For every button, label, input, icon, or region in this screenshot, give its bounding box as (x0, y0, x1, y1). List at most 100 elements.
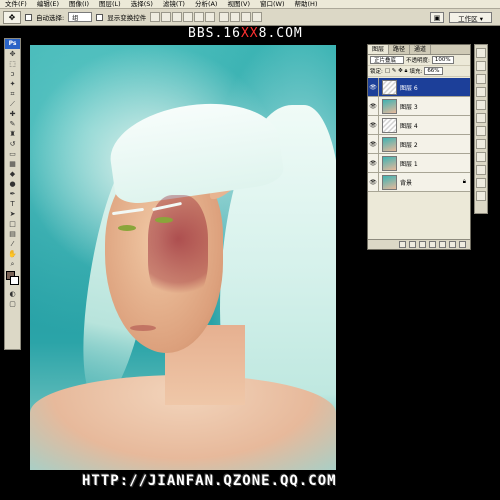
eraser-tool-icon[interactable]: ▭ (5, 149, 20, 159)
notes-tool-icon[interactable]: ▤ (5, 229, 20, 239)
bridge-icon[interactable]: ▣ (430, 12, 444, 23)
watermark-top-part1: BBS.16 (188, 26, 241, 41)
menu-image[interactable]: 图像(I) (64, 0, 94, 9)
menu-file[interactable]: 文件(F) (0, 0, 32, 9)
history-icon[interactable] (476, 126, 486, 136)
workspace-button[interactable]: 工作区 ▾ (449, 12, 492, 23)
marquee-tool-icon[interactable]: ⬚ (5, 59, 20, 69)
magic-wand-tool-icon[interactable]: ✦ (5, 79, 20, 89)
visibility-eye-icon[interactable]: 👁︎ (368, 134, 379, 154)
menu-help[interactable]: 帮助(H) (290, 0, 323, 9)
distribute-left-icon[interactable] (252, 12, 263, 22)
visibility-eye-icon[interactable]: 👁︎ (368, 172, 379, 192)
swatches-icon[interactable] (476, 100, 486, 110)
move-tool-icon[interactable]: ✥ (5, 49, 20, 59)
character-icon[interactable] (476, 178, 486, 188)
align-top-icon[interactable] (150, 12, 161, 22)
show-transform-checkbox[interactable] (96, 13, 104, 21)
align-left-icon[interactable] (183, 12, 194, 22)
lasso-tool-icon[interactable]: ↄ (5, 69, 20, 79)
path-selection-tool-icon[interactable]: ➤ (5, 209, 20, 219)
align-hcenter-icon[interactable] (194, 12, 205, 22)
add-mask-icon[interactable] (419, 241, 426, 248)
new-layer-icon[interactable] (449, 241, 456, 248)
trash-icon[interactable] (459, 241, 466, 248)
distribute-bottom-icon[interactable] (241, 12, 252, 22)
blend-mode-dropdown[interactable]: 正片叠底 (370, 56, 404, 64)
visibility-eye-icon[interactable]: 👁︎ (368, 96, 379, 116)
menu-view[interactable]: 视图(V) (222, 0, 255, 9)
brushes-icon[interactable] (476, 165, 486, 175)
type-tool-icon[interactable]: T (5, 199, 20, 209)
new-group-icon[interactable] (439, 241, 446, 248)
histogram-icon[interactable] (476, 61, 486, 71)
lock-icons[interactable]: □ ✎ ✥ 🔒︎ (385, 68, 408, 75)
document-canvas[interactable] (30, 45, 336, 470)
layer-row[interactable]: 👁︎ 图层 2 (368, 134, 470, 154)
align-vcenter-icon[interactable] (161, 12, 172, 22)
pen-tool-icon[interactable]: ✒ (5, 189, 20, 199)
fill-field[interactable]: 66% (424, 67, 443, 75)
tool-presets-icon[interactable] (476, 152, 486, 162)
fill-label: 填充: (409, 69, 423, 75)
opacity-field[interactable]: 100% (431, 56, 454, 64)
align-right-icon[interactable] (205, 12, 216, 22)
distribute-vcenter-icon[interactable] (230, 12, 241, 22)
watermark-top-part2: XX (240, 26, 259, 41)
tab-channels[interactable]: 通道 (410, 45, 432, 54)
layer-row[interactable]: 👁︎ 图层 3 (368, 96, 470, 116)
history-brush-tool-icon[interactable]: ↺ (5, 139, 20, 149)
color-swatches (5, 269, 20, 289)
tab-paths[interactable]: 路径 (389, 45, 411, 54)
link-layers-icon[interactable] (399, 241, 406, 248)
shape-tool-icon[interactable]: □ (5, 219, 20, 229)
brush-tool-icon[interactable]: ✎ (5, 119, 20, 129)
screen-mode-icon[interactable]: ▢ (5, 299, 20, 309)
move-tool-preset-button[interactable]: ✥ (3, 10, 21, 24)
adjustment-layer-icon[interactable] (429, 241, 436, 248)
navigator-icon[interactable] (476, 48, 486, 58)
auto-select-dropdown[interactable]: 组 (68, 12, 93, 22)
gradient-tool-icon[interactable]: ▦ (5, 159, 20, 169)
panel-dock (474, 44, 488, 214)
menu-window[interactable]: 窗口(W) (255, 0, 290, 9)
panel-tabs: 图层 路径 通道 (368, 45, 470, 55)
layer-thumbnail (382, 98, 397, 114)
styles-icon[interactable] (476, 113, 486, 123)
menu-analysis[interactable]: 分析(A) (190, 0, 223, 9)
quick-mask-icon[interactable]: ◐ (5, 289, 20, 299)
distribute-top-icon[interactable] (219, 12, 230, 22)
zoom-tool-icon[interactable]: ⌕ (5, 259, 20, 269)
visibility-eye-icon[interactable]: 👁︎ (368, 115, 379, 135)
slice-tool-icon[interactable]: ⟋ (5, 99, 20, 109)
layer-name: 背景 (400, 179, 413, 187)
hand-tool-icon[interactable]: ✋ (5, 249, 20, 259)
tab-layers[interactable]: 图层 (368, 45, 390, 54)
clone-stamp-tool-icon[interactable]: ♜ (5, 129, 20, 139)
actions-icon[interactable] (476, 139, 486, 149)
crop-tool-icon[interactable]: ⌗ (5, 89, 20, 99)
layer-row[interactable]: 👁︎ 图层 4 (368, 115, 470, 135)
eyedropper-tool-icon[interactable]: ⁄ (5, 239, 20, 249)
layer-row[interactable]: 👁︎ 背景 🔒︎ (368, 172, 470, 192)
paragraph-icon[interactable] (476, 191, 486, 201)
layer-style-icon[interactable] (409, 241, 416, 248)
menu-select[interactable]: 选择(S) (126, 0, 158, 9)
menu-edit[interactable]: 编辑(E) (32, 0, 64, 9)
healing-brush-tool-icon[interactable]: ✚ (5, 109, 20, 119)
layer-row[interactable]: 👁︎ 图层 6 (368, 77, 470, 97)
auto-select-checkbox[interactable] (25, 13, 32, 21)
blur-tool-icon[interactable]: ◆ (5, 169, 20, 179)
layer-thumbnail (382, 155, 397, 171)
dodge-tool-icon[interactable]: ● (5, 179, 20, 189)
layer-row[interactable]: 👁︎ 图层 1 (368, 153, 470, 173)
menu-layer[interactable]: 图层(L) (94, 0, 126, 9)
visibility-eye-icon[interactable]: 👁︎ (368, 153, 379, 173)
layer-name: 图层 6 (400, 84, 418, 92)
background-color-swatch[interactable] (10, 276, 19, 285)
info-icon[interactable] (476, 74, 486, 84)
color-icon[interactable] (476, 87, 486, 97)
visibility-eye-icon[interactable]: 👁︎ (368, 77, 379, 97)
align-bottom-icon[interactable] (172, 12, 183, 22)
menu-filter[interactable]: 滤镜(T) (158, 0, 190, 9)
